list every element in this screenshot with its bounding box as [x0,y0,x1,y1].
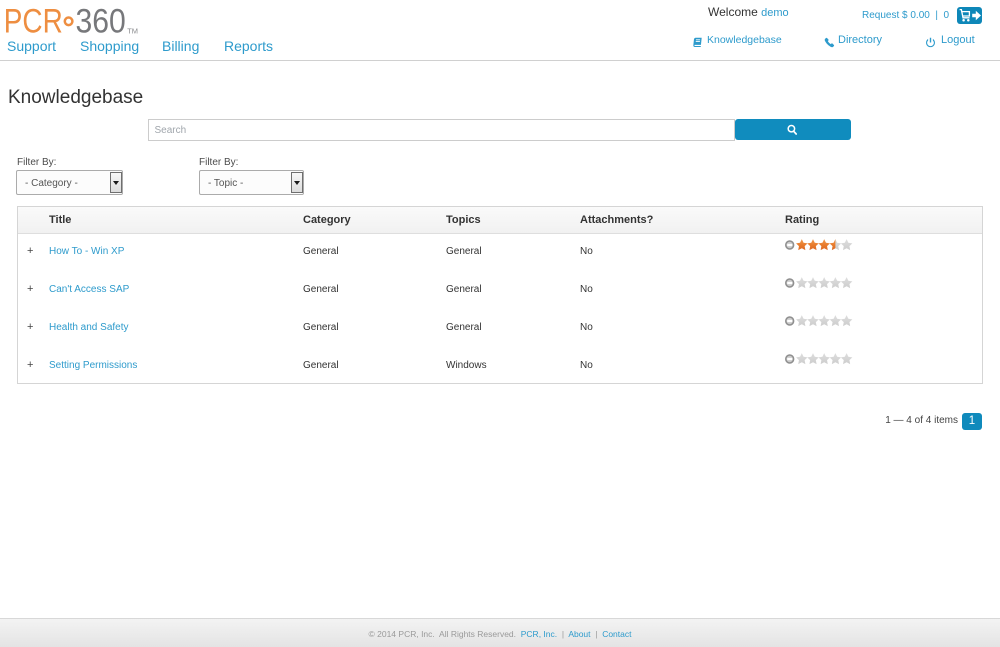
svg-text:TM: TM [127,27,138,36]
svg-text:360: 360 [76,2,126,40]
svg-text:PCR: PCR [4,2,63,40]
